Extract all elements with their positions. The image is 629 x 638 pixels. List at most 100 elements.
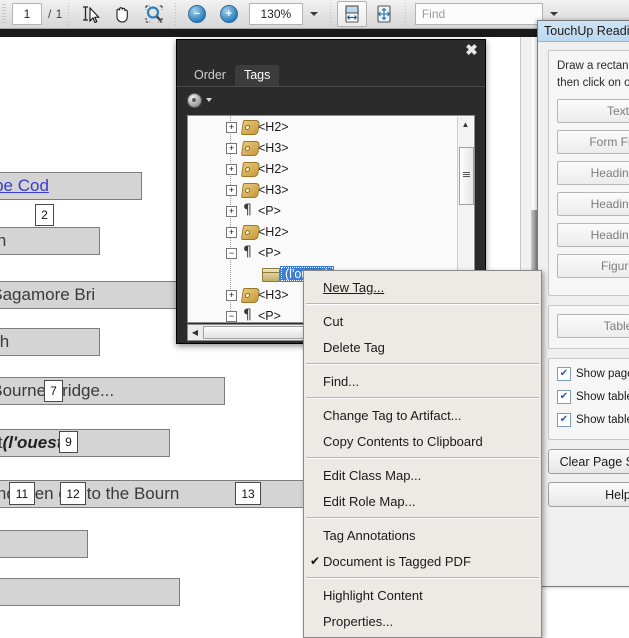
tree-row[interactable]: − ¶ <P> [188, 242, 474, 263]
doc-text-block[interactable]: g to Cape Cod [0, 172, 142, 200]
close-icon[interactable]: ✖ [464, 43, 479, 58]
expander-icon[interactable]: + [226, 206, 237, 217]
zoom-dropdown-caret-icon[interactable] [310, 12, 318, 16]
checkbox-icon: ✔ [557, 413, 571, 427]
tab-tags[interactable]: Tags [235, 65, 279, 86]
doc-text-block[interactable]: to the Sagamore Bri [0, 281, 180, 309]
menu-item-label: Document is Tagged PDF [323, 554, 471, 569]
reading-order-badge[interactable]: 9 [59, 431, 78, 453]
menu-separator [306, 397, 539, 399]
tag-context-menu: New Tag... Cut Delete Tag Find... Change… [303, 270, 542, 638]
toolbar-separator [68, 3, 69, 25]
heading-3-button[interactable]: Heading 3 [557, 223, 629, 247]
tree-row[interactable]: + ¶ <P> [188, 200, 474, 221]
structure-types-group: Draw a rectangle around the content, the… [548, 50, 629, 296]
gear-icon[interactable] [187, 93, 202, 108]
menu-item-find[interactable]: Find... [304, 368, 541, 394]
checkbox-icon: ✔ [557, 367, 571, 381]
reading-order-badge[interactable]: 2 [35, 204, 54, 226]
chevron-down-icon[interactable] [206, 98, 212, 102]
tree-row-label: <H2> [258, 225, 289, 239]
expander-icon[interactable]: − [226, 311, 237, 322]
scrollbar-thumb[interactable] [459, 147, 474, 205]
menu-item-copy-contents-to-clipboard[interactable]: Copy Contents to Clipboard [304, 428, 541, 454]
display-options-group: ✔ Show page content order ✔ Show table c… [548, 358, 629, 440]
touchup-reading-order-dialog: TouchUp Reading Order Draw a rectangle a… [537, 20, 629, 587]
show-tables-and-figures-checkbox[interactable]: ✔ Show tables and figures [557, 413, 629, 427]
doc-text-block[interactable]: ne west (l'ouest) [0, 429, 170, 457]
menu-item-new-tag[interactable]: New Tag... [304, 274, 541, 300]
table-group: Table [548, 305, 629, 349]
doc-text-block[interactable] [0, 578, 180, 606]
menu-item-change-tag-to-artifact[interactable]: Change Tag to Artifact... [304, 402, 541, 428]
dialog-titlebar[interactable]: TouchUp Reading Order [538, 21, 629, 42]
marquee-zoom-button[interactable] [139, 1, 169, 27]
help-button[interactable]: Help [548, 482, 629, 507]
tree-row[interactable]: + <H3> [188, 179, 474, 200]
dialog-instruction-line1: Draw a rectangle around the content, [557, 59, 629, 74]
dialog-title: TouchUp Reading Order [544, 24, 629, 38]
checkbox-label: Show table cells [576, 391, 629, 403]
find-input[interactable]: Find [415, 3, 543, 25]
reading-order-badge[interactable]: 7 [44, 380, 63, 402]
heading-1-button[interactable]: Heading 1 [557, 161, 629, 185]
clear-page-structure-button[interactable]: Clear Page Structure [548, 449, 629, 474]
menu-item-document-is-tagged-pdf[interactable]: ✔ Document is Tagged PDF [304, 548, 541, 574]
scroll-up-icon[interactable]: ▲ [458, 117, 473, 131]
tree-row[interactable]: + <H2> [188, 116, 474, 137]
fit-page-button[interactable] [369, 1, 399, 27]
find-dropdown-caret-icon[interactable] [550, 12, 558, 16]
text-select-tool-button[interactable] [75, 1, 105, 27]
expander-icon[interactable]: − [226, 248, 237, 259]
fit-width-button[interactable] [337, 1, 367, 27]
paragraph-icon: ¶ [243, 308, 255, 322]
menu-item-properties[interactable]: Properties... [304, 608, 541, 634]
expander-icon[interactable]: + [226, 185, 237, 196]
zoom-level-input[interactable]: 130% [249, 3, 303, 25]
expander-icon[interactable]: + [226, 290, 237, 301]
checkbox-label: Show page content order [576, 368, 629, 380]
doc-text-block[interactable]: ne east [0, 530, 88, 558]
menu-item-tag-annotations[interactable]: Tag Annotations [304, 522, 541, 548]
doc-text-block[interactable]: ne north [0, 227, 100, 255]
show-page-content-order-checkbox[interactable]: ✔ Show page content order [557, 367, 629, 381]
zoom-in-button[interactable]: + [214, 1, 244, 27]
expander-icon[interactable]: + [226, 122, 237, 133]
menu-separator [306, 363, 539, 365]
show-table-cells-checkbox[interactable]: ✔ Show table cells [557, 390, 629, 404]
doc-text-block[interactable]: to the Bourne Bridge... [0, 377, 225, 405]
tab-order[interactable]: Order [185, 65, 235, 86]
menu-item-highlight-content[interactable]: Highlight Content [304, 582, 541, 608]
doc-text-block[interactable]: t I-95 and then get to the Bourn [0, 480, 315, 508]
page-number-input[interactable]: 1 [12, 3, 42, 25]
heading-2-button[interactable]: Heading 2 [557, 192, 629, 216]
tree-row[interactable]: + <H2> [188, 221, 474, 242]
expander-icon[interactable]: + [226, 164, 237, 175]
form-field-button[interactable]: Form Field [557, 130, 629, 154]
menu-item-cut[interactable]: Cut [304, 308, 541, 334]
reading-order-badge[interactable]: 11 [9, 482, 35, 505]
tree-row[interactable]: + <H2> [188, 158, 474, 179]
expander-icon[interactable]: + [226, 143, 237, 154]
toolbar-grip[interactable] [2, 4, 6, 24]
cape-cod-link[interactable]: Cape Cod [0, 176, 49, 196]
text-button[interactable]: Text [557, 99, 629, 123]
menu-item-label: Cut [323, 314, 343, 329]
tag-icon [241, 120, 260, 135]
menu-item-delete-tag[interactable]: Delete Tag [304, 334, 541, 360]
figure-button[interactable]: Figure [557, 254, 629, 278]
reading-order-badge[interactable]: 13 [235, 482, 261, 505]
reading-order-badge[interactable]: 12 [60, 482, 86, 505]
scroll-left-icon[interactable]: ◀ [188, 328, 202, 337]
tree-row[interactable]: + <H3> [188, 137, 474, 158]
expander-icon[interactable]: + [226, 227, 237, 238]
menu-separator [306, 517, 539, 519]
menu-item-edit-role-map[interactable]: Edit Role Map... [304, 488, 541, 514]
tags-panel-titlebar[interactable]: ✖ [177, 40, 485, 62]
doc-text-block[interactable]: ne south [0, 328, 100, 356]
menu-item-label: Find... [323, 374, 359, 389]
table-button[interactable]: Table [557, 314, 629, 338]
zoom-out-button[interactable]: − [182, 1, 212, 27]
hand-tool-button[interactable] [107, 1, 137, 27]
menu-item-edit-class-map[interactable]: Edit Class Map... [304, 462, 541, 488]
